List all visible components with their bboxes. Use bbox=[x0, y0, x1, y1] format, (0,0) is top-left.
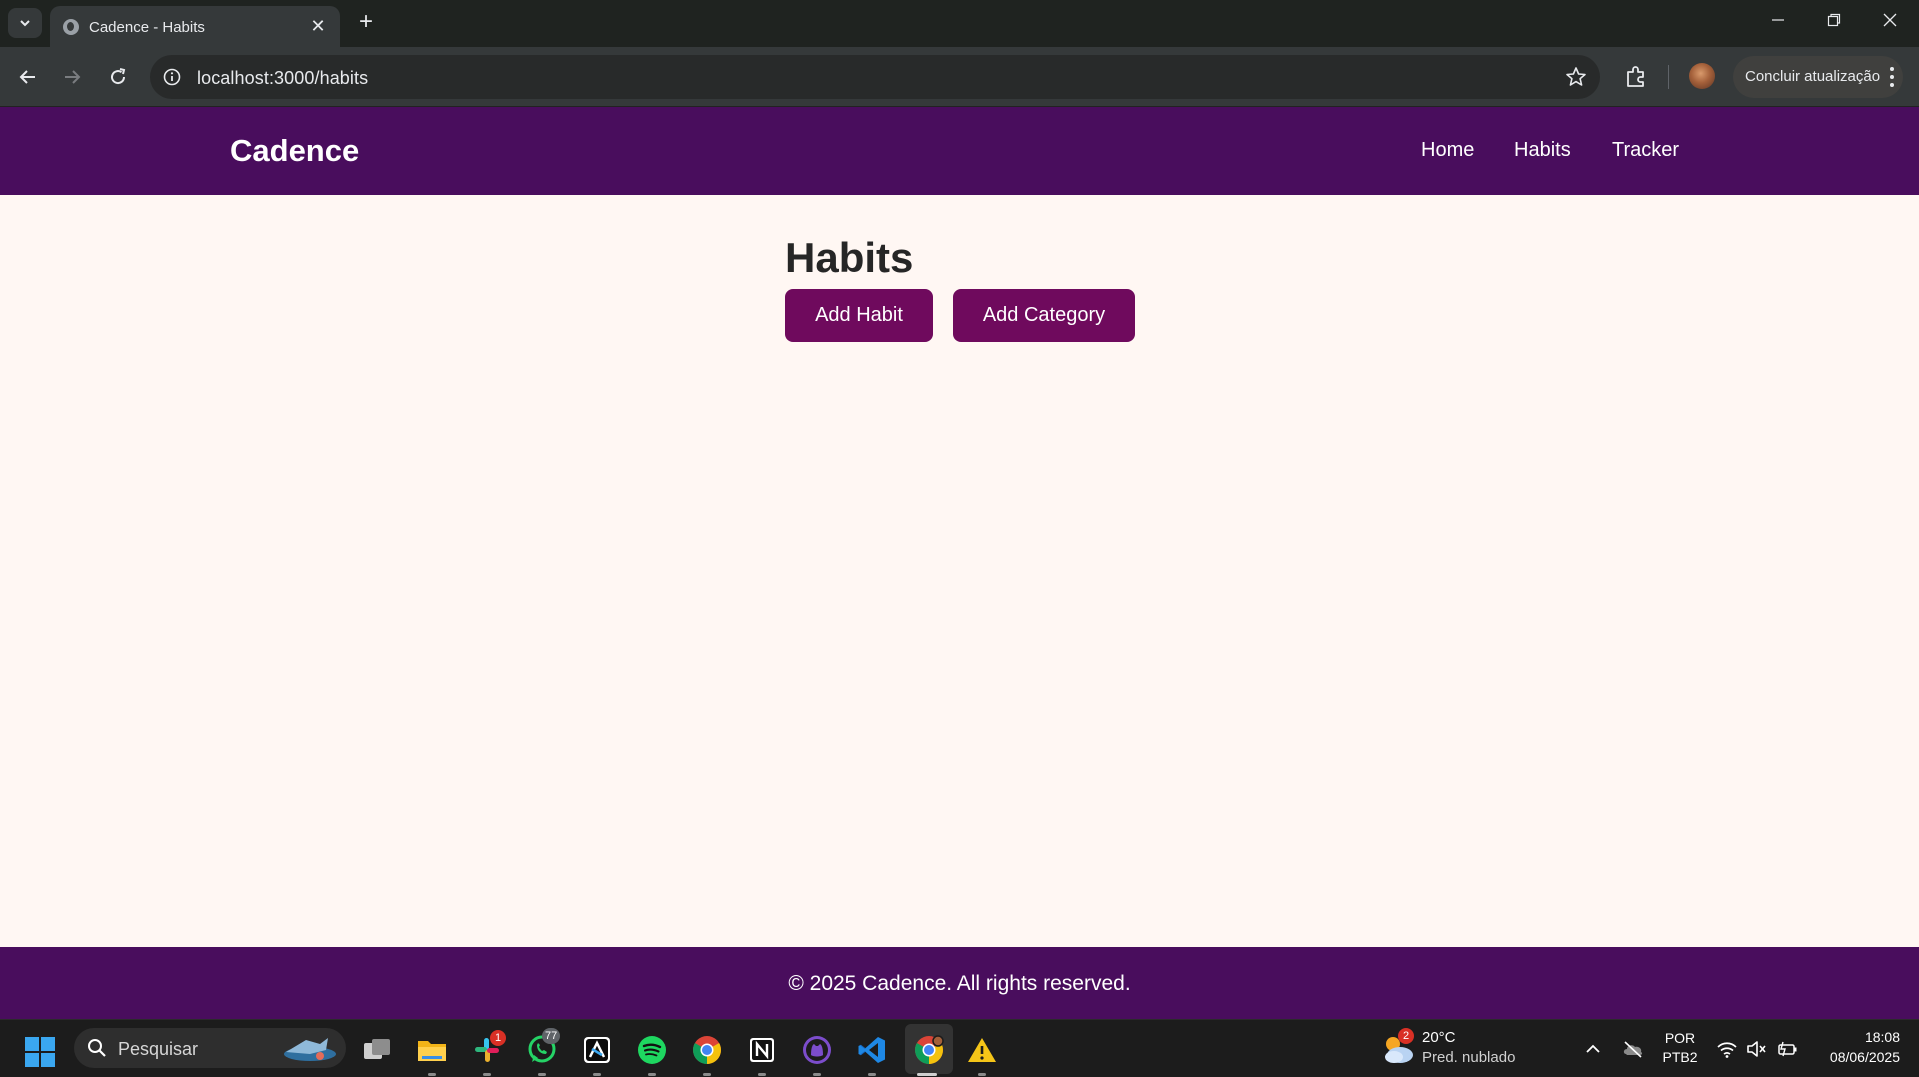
forward-button[interactable] bbox=[56, 61, 88, 93]
footer-copyright: © 2025 Cadence. All rights reserved. bbox=[788, 972, 1131, 995]
browser-toolbar: localhost:3000/habits Concluir atualizaç… bbox=[0, 47, 1919, 107]
slack-notification-badge: 1 bbox=[490, 1030, 506, 1046]
search-icon bbox=[88, 1039, 106, 1057]
url-text[interactable]: localhost:3000/habits bbox=[197, 68, 368, 89]
running-indicator bbox=[428, 1073, 436, 1076]
running-indicator bbox=[703, 1073, 711, 1076]
restore-button[interactable] bbox=[1806, 0, 1862, 40]
extensions-icon[interactable] bbox=[1622, 63, 1650, 91]
search-placeholder: Pesquisar bbox=[118, 1039, 199, 1059]
site-header: Cadence Home Habits Tracker bbox=[0, 107, 1919, 195]
clock-date[interactable]: 08/06/2025 bbox=[1810, 1049, 1900, 1065]
bookmark-star-icon[interactable] bbox=[1564, 65, 1588, 89]
taskbar: Pesquisar 1 77 2 20°C Pred. nublado POR … bbox=[0, 1019, 1919, 1077]
more-vert-icon bbox=[1890, 67, 1894, 87]
toolbar-divider bbox=[1668, 65, 1669, 89]
browser-tab-active[interactable]: Cadence - Habits ✕ bbox=[50, 6, 340, 47]
weather-description[interactable]: Pred. nublado bbox=[1422, 1049, 1515, 1066]
input-language[interactable]: POR bbox=[1660, 1030, 1700, 1046]
clock-time[interactable]: 18:08 bbox=[1810, 1029, 1900, 1045]
vscode-icon[interactable] bbox=[855, 1033, 889, 1067]
close-tab-icon[interactable]: ✕ bbox=[308, 16, 328, 36]
web-page: Cadence Home Habits Tracker Habits Add H… bbox=[0, 107, 1919, 1019]
minimize-button[interactable] bbox=[1750, 0, 1806, 40]
back-button[interactable] bbox=[12, 61, 44, 93]
running-indicator bbox=[538, 1073, 546, 1076]
new-tab-button[interactable]: + bbox=[352, 8, 380, 36]
nav-link-tracker[interactable]: Tracker bbox=[1612, 139, 1679, 162]
tab-search-button[interactable] bbox=[8, 8, 42, 38]
windows-start-icon[interactable] bbox=[25, 1037, 55, 1067]
minimize-icon bbox=[1772, 19, 1784, 21]
close-icon bbox=[1883, 13, 1897, 27]
close-window-button[interactable] bbox=[1862, 0, 1918, 40]
spotify-icon[interactable] bbox=[635, 1033, 669, 1067]
globe-icon bbox=[63, 19, 79, 35]
running-indicator bbox=[758, 1073, 766, 1076]
add-category-button[interactable]: Add Category bbox=[953, 289, 1135, 342]
tab-title: Cadence - Habits bbox=[89, 19, 205, 36]
running-indicator bbox=[813, 1073, 821, 1076]
notion-icon[interactable] bbox=[745, 1033, 779, 1067]
chrome-profile-icon[interactable] bbox=[912, 1033, 946, 1067]
weather-alert-badge: 2 bbox=[1398, 1028, 1414, 1044]
nav-link-home[interactable]: Home bbox=[1421, 139, 1474, 162]
running-indicator bbox=[483, 1073, 491, 1076]
battery-icon[interactable] bbox=[1776, 1038, 1798, 1060]
browser-tab-strip: Cadence - Habits ✕ + bbox=[0, 0, 1919, 47]
reload-icon bbox=[111, 68, 126, 85]
speaker-muted-icon[interactable] bbox=[1745, 1038, 1767, 1060]
running-indicator-active bbox=[917, 1073, 937, 1076]
whatsapp-notification-badge: 77 bbox=[542, 1028, 561, 1044]
wifi-icon[interactable] bbox=[1716, 1038, 1738, 1060]
arrow-right-icon bbox=[65, 70, 81, 84]
nav-link-habits[interactable]: Habits bbox=[1514, 139, 1571, 162]
profile-avatar[interactable] bbox=[1689, 63, 1715, 89]
address-bar[interactable]: localhost:3000/habits bbox=[150, 55, 1600, 99]
file-explorer-icon[interactable] bbox=[415, 1033, 449, 1067]
weather-temperature[interactable]: 20°C bbox=[1422, 1029, 1456, 1046]
running-indicator bbox=[648, 1073, 656, 1076]
info-icon[interactable] bbox=[162, 67, 182, 87]
arrow-left-icon bbox=[19, 70, 35, 84]
onedrive-offline-icon[interactable] bbox=[1622, 1038, 1644, 1060]
brand-logo[interactable]: Cadence bbox=[230, 133, 359, 169]
update-button-label: Concluir atualização bbox=[1745, 68, 1881, 85]
running-indicator bbox=[593, 1073, 601, 1076]
running-indicator bbox=[868, 1073, 876, 1076]
add-habit-button[interactable]: Add Habit bbox=[785, 289, 933, 342]
chrome-icon[interactable] bbox=[690, 1033, 724, 1067]
taskbar-search[interactable]: Pesquisar bbox=[74, 1028, 346, 1068]
update-button[interactable]: Concluir atualização bbox=[1733, 56, 1903, 98]
chevron-up-icon[interactable] bbox=[1582, 1038, 1604, 1060]
page-title: Habits bbox=[785, 234, 914, 281]
search-highlight-art-icon bbox=[284, 1038, 336, 1061]
task-view-icon[interactable] bbox=[360, 1033, 394, 1067]
running-indicator bbox=[978, 1073, 986, 1076]
reload-button[interactable] bbox=[102, 61, 134, 93]
site-footer: © 2025 Cadence. All rights reserved. bbox=[0, 947, 1919, 1019]
warning-icon[interactable] bbox=[965, 1033, 999, 1067]
chevron-down-icon bbox=[20, 20, 30, 27]
restore-icon bbox=[1827, 13, 1841, 27]
capcut-icon[interactable] bbox=[580, 1033, 614, 1067]
github-desktop-icon[interactable] bbox=[800, 1033, 834, 1067]
keyboard-layout[interactable]: PTB2 bbox=[1660, 1049, 1700, 1065]
